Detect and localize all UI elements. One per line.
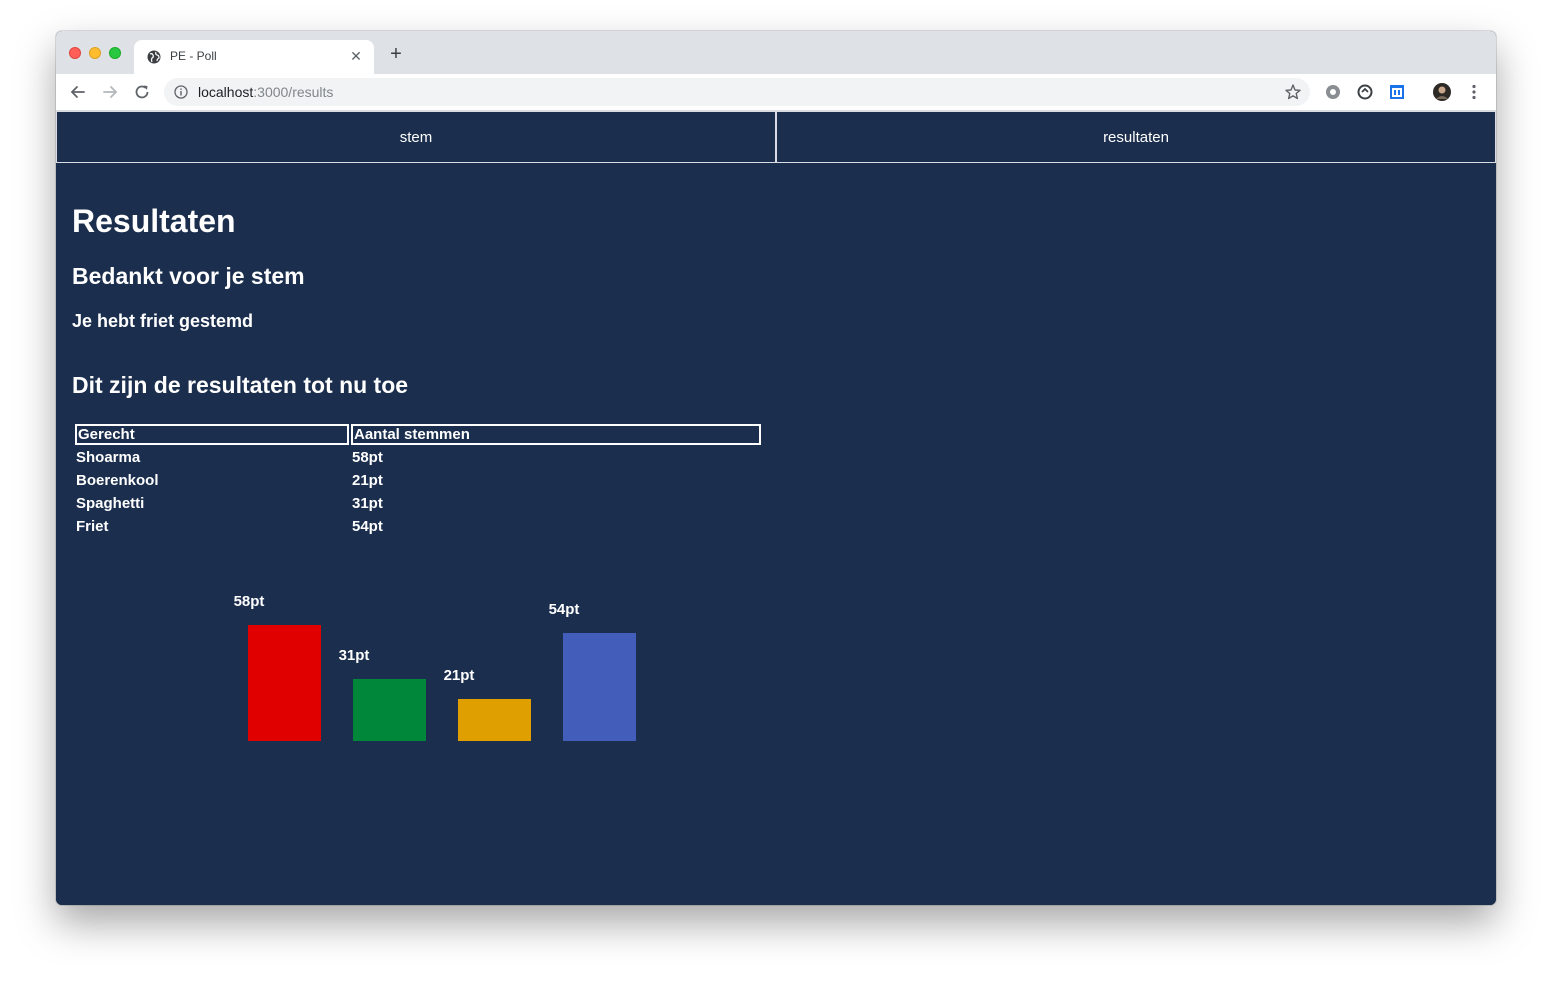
table-row: Spaghetti 31pt — [75, 493, 761, 514]
main-nav: stem resultaten — [56, 111, 1496, 163]
table-row: Shoarma 58pt — [75, 447, 761, 468]
extension-sync-icon[interactable] — [1355, 82, 1375, 102]
url-host: localhost — [198, 84, 254, 100]
dish-cell: Friet — [76, 518, 109, 535]
votes-cell: 58pt — [352, 449, 383, 466]
info-icon[interactable] — [174, 85, 188, 99]
bar-value-label: 54pt — [549, 601, 580, 618]
bar-value-label: 21pt — [444, 667, 475, 684]
extension-gear-icon[interactable] — [1323, 82, 1343, 102]
close-window-button[interactable] — [69, 47, 81, 59]
table-row: Boerenkool 21pt — [75, 470, 761, 491]
votes-cell: 21pt — [352, 472, 383, 489]
table-header-row: Gerecht Aantal stemmen — [75, 424, 761, 445]
column-header-votes: Aantal stemmen — [351, 424, 761, 445]
dish-cell: Shoarma — [76, 449, 141, 466]
new-tab-button[interactable]: + — [386, 44, 406, 64]
results-table: Gerecht Aantal stemmen Shoarma 58pt Boer… — [73, 422, 763, 539]
close-tab-icon[interactable]: ✕ — [348, 48, 364, 64]
dish-cell: Boerenkool — [76, 472, 159, 489]
thanks-heading: Bedankt voor je stem — [72, 263, 305, 289]
url-path: :3000/results — [253, 84, 334, 100]
table-row: Friet 54pt — [75, 516, 761, 537]
results-heading: Dit zijn de resultaten tot nu toe — [72, 372, 409, 398]
bar-value-label: 31pt — [339, 647, 370, 664]
page-title: Resultaten — [72, 203, 236, 239]
bar-shoarma — [248, 625, 321, 741]
voted-message: Je hebt friet gestemd — [72, 311, 254, 331]
browser-window: PE - Poll ✕ + localhost:3000/results ste… — [56, 31, 1496, 905]
page-content: stem resultaten Resultaten Bedankt voor … — [56, 111, 1496, 905]
column-header-dish: Gerecht — [75, 424, 349, 445]
menu-kebab-icon[interactable] — [1464, 82, 1484, 102]
minimize-window-button[interactable] — [89, 47, 101, 59]
bar-friet — [563, 633, 636, 741]
globe-icon — [147, 50, 161, 64]
votes-cell: 54pt — [352, 518, 383, 535]
bar-value-label: 58pt — [234, 593, 265, 610]
url-text: localhost:3000/results — [198, 84, 333, 100]
address-bar[interactable]: localhost:3000/results — [164, 78, 1310, 106]
profile-avatar-icon[interactable] — [1432, 82, 1452, 102]
results-bar-chart: 58pt 31pt 21pt 54pt — [234, 593, 636, 741]
browser-toolbar: localhost:3000/results — [56, 74, 1496, 111]
tab-title: PE - Poll — [170, 49, 217, 63]
dish-cell: Spaghetti — [76, 495, 145, 512]
bookmark-star-icon[interactable] — [1284, 83, 1302, 101]
extension-calendar-icon[interactable] — [1387, 82, 1407, 102]
back-arrow-icon[interactable] — [68, 82, 88, 102]
browser-tab[interactable]: PE - Poll ✕ — [134, 40, 374, 74]
tab-strip: PE - Poll ✕ + — [56, 31, 1496, 74]
votes-cell: 31pt — [352, 495, 383, 512]
nav-item-stem[interactable]: stem — [56, 111, 776, 163]
bar-spaghetti — [353, 679, 426, 741]
maximize-window-button[interactable] — [109, 47, 121, 59]
forward-arrow-icon[interactable] — [100, 82, 120, 102]
reload-icon[interactable] — [132, 82, 152, 102]
nav-item-resultaten[interactable]: resultaten — [776, 111, 1496, 163]
bar-boerenkool — [458, 699, 531, 741]
